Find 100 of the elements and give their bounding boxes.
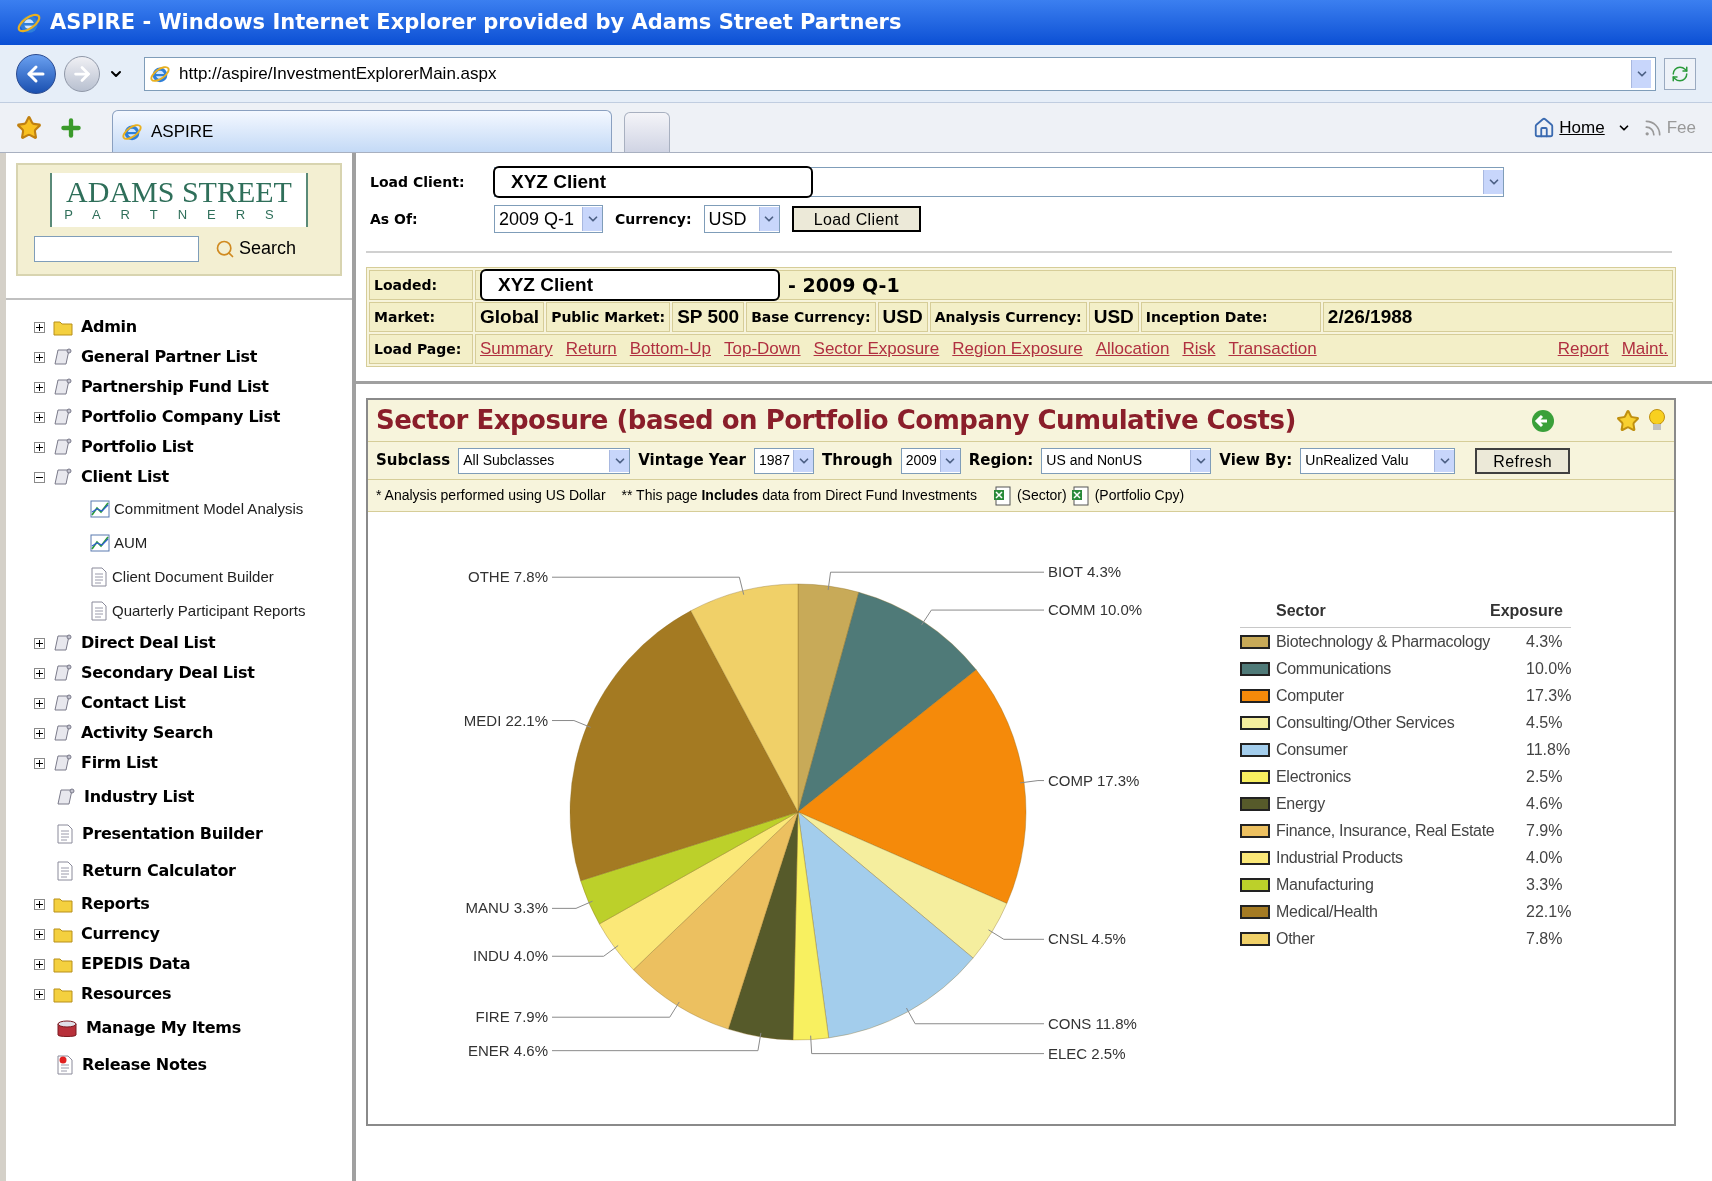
expand-toggle[interactable] [34,898,45,910]
tree-item[interactable]: Quarterly Participant Reports [112,600,306,623]
load-client-button[interactable]: Load Client [791,206,921,232]
page-link[interactable]: Sector Exposure [813,336,940,362]
tree-item[interactable]: Activity Search [81,721,213,746]
filter-select[interactable]: 2009 [900,447,961,474]
slice-label: COMM 10.0% [1048,601,1143,619]
address-field[interactable]: http://aspire/InvestmentExplorerMain.aspx [144,56,1656,91]
search-button[interactable]: Search [215,235,297,263]
page-link[interactable]: Summary [480,336,553,362]
favorites-star-icon[interactable] [16,114,42,141]
filter-select[interactable]: UnRealized Valu [1300,447,1456,474]
tree-item[interactable]: Release Notes [82,1052,207,1077]
search-field[interactable] [34,235,199,262]
expand-toggle[interactable] [34,697,45,709]
tree-item[interactable]: Resources [81,982,172,1007]
collapse-toggle[interactable] [34,471,45,483]
tree-item[interactable]: Portfolio List [81,435,194,460]
expand-toggle[interactable] [34,667,45,679]
tree-item[interactable]: Manage My Items [86,1015,241,1040]
tree-item[interactable]: AUM [114,532,148,555]
tree-item[interactable]: Client Document Builder [112,566,274,589]
expand-toggle[interactable] [34,321,45,333]
tree-item[interactable]: Partnership Fund List [81,375,269,400]
filter-select[interactable]: All Subclasses [458,447,631,474]
refresh-icon [1671,64,1689,83]
scroll-icon [53,347,73,368]
currency-select[interactable]: USD [703,205,780,233]
expand-toggle[interactable] [34,727,45,739]
tree-item[interactable]: Reports [81,892,150,917]
client-select[interactable]: XYZ Client [494,167,1504,197]
page-link[interactable]: Bottom-Up [629,336,711,362]
logo: ADAMS STREET PARTNERS [50,173,308,228]
filter-label: Vintage Year [638,450,746,472]
filter-label: View By: [1219,450,1293,472]
document-icon [56,860,74,881]
home-button[interactable]: Home [1533,114,1605,141]
table-cell: Analysis Currency: [929,302,1087,332]
folder-icon [53,895,73,914]
page-link[interactable]: Risk [1182,336,1216,362]
page-link[interactable]: Top-Down [724,336,801,362]
page-link[interactable]: Maint. [1621,336,1668,362]
excel-export-link[interactable]: (Portfolio Cpy) [1070,485,1185,506]
legend-label: Energy [1276,793,1326,814]
expand-toggle[interactable] [34,958,45,970]
refresh-button[interactable] [1664,57,1696,90]
page-link[interactable]: Report [1557,336,1609,362]
expand-toggle[interactable] [34,757,45,769]
legend-label: Electronics [1276,766,1352,787]
page-link[interactable]: Allocation [1095,336,1170,362]
page-link[interactable]: Return [565,336,617,362]
tree-item[interactable]: Return Calculator [82,858,236,883]
page-link[interactable]: Transaction [1228,336,1317,362]
slice-label: CNSL 4.5% [1048,930,1126,948]
back-button[interactable] [16,53,56,94]
filter-select[interactable]: US and NonUS [1041,447,1212,474]
favorite-star-icon[interactable] [1616,408,1640,433]
tree-item[interactable]: EPEDIS Data [81,952,191,977]
browser-tab[interactable]: ASPIRE [112,110,612,152]
expand-toggle[interactable] [34,988,45,1000]
tree-item[interactable]: General Partner List [81,345,258,370]
tree-item[interactable]: Industry List [84,784,195,809]
legend-value: 2.5% [1526,766,1563,787]
panel-title: Sector Exposure (based on Portfolio Company Cumulative Costs) [376,404,1296,437]
expand-toggle[interactable] [34,637,45,649]
legend-label: Other [1276,928,1316,949]
tree-item[interactable]: Secondary Deal List [81,661,255,686]
home-icon [1533,116,1556,139]
tree-item[interactable]: Direct Deal List [81,631,216,656]
expand-toggle[interactable] [34,411,45,423]
refresh-button[interactable]: Refresh [1475,447,1571,474]
legend-value: 11.8% [1526,739,1571,760]
tree-item[interactable]: Commitment Model Analysis [114,498,304,521]
tree-item[interactable]: Admin [81,315,137,340]
legend-label: Industrial Products [1276,847,1404,868]
tree-item[interactable]: Portfolio Company List [81,405,281,430]
chart-icon [90,500,110,519]
expand-toggle[interactable] [34,381,45,393]
legend-value: 3.3% [1526,874,1563,895]
page-link[interactable]: Region Exposure [952,336,1083,362]
tree-item[interactable]: Currency [81,922,160,947]
note-text: * Analysis performed using US Dollar [376,486,606,505]
tree-item[interactable]: Contact List [81,691,186,716]
period-select[interactable]: 2009 Q-1 [494,205,604,233]
tree-item[interactable]: Client List [81,465,169,490]
back-circle-icon[interactable] [1530,407,1556,434]
slice-label: INDU 4.0% [472,947,548,965]
expand-toggle[interactable] [34,351,45,363]
tree-item[interactable]: Presentation Builder [82,821,263,846]
leader-line [988,929,1045,940]
expand-toggle[interactable] [34,441,45,453]
filter-select[interactable]: 1987 [754,447,814,474]
slice-label: OTHE 7.8% [467,568,548,586]
filter-label: Region: [968,450,1034,472]
tree-item[interactable]: Firm List [81,751,158,776]
expand-toggle[interactable] [34,928,45,940]
excel-export-link[interactable]: (Sector) [992,485,1067,506]
legend-label: Computer [1276,685,1345,706]
row-label-cell: Market: [369,302,473,332]
slice-label: BIOT 4.3% [1048,563,1122,581]
